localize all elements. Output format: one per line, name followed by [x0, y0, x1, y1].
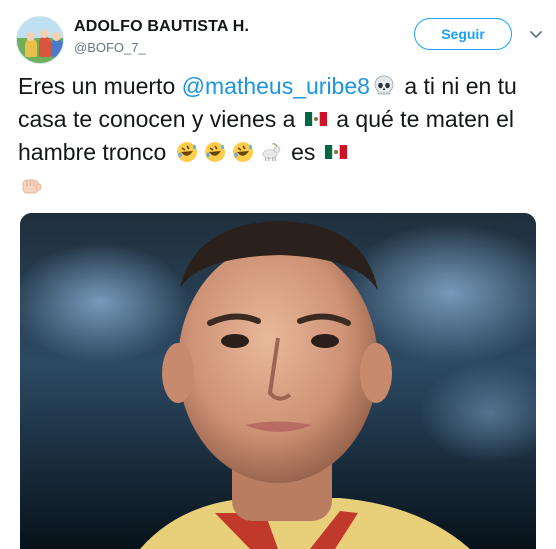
tweet-media-image[interactable] — [20, 213, 536, 549]
goat-icon — [262, 143, 281, 161]
rofl-icon — [176, 142, 197, 162]
tweet-text-part1: Eres un muerto — [18, 73, 182, 99]
chevron-down-icon[interactable] — [528, 26, 544, 42]
rofl-icon — [232, 142, 253, 162]
follow-button[interactable]: Seguir — [414, 18, 512, 50]
fist-icon — [22, 179, 42, 194]
skull-icon — [374, 75, 394, 95]
user-handle[interactable]: @BOFO_7_ — [74, 40, 146, 55]
mention-link[interactable]: @matheus_uribe8 — [182, 73, 370, 99]
rofl-icon — [204, 142, 225, 162]
mexico-flag-icon — [324, 145, 347, 159]
tweet-header: ADOLFO BAUTISTA H. @BOFO_7_ Seguir — [16, 12, 546, 64]
player-photo — [20, 213, 536, 549]
tweet-text-part4: es — [284, 139, 322, 165]
display-name[interactable]: ADOLFO BAUTISTA H. — [74, 18, 249, 36]
avatar[interactable] — [16, 16, 64, 64]
mexico-flag-icon — [304, 112, 327, 126]
tweet-text: Eres un muerto @matheus_uribe8 a ti ni e… — [18, 70, 544, 202]
tweet-card: ADOLFO BAUTISTA H. @BOFO_7_ Seguir Eres … — [0, 0, 556, 549]
